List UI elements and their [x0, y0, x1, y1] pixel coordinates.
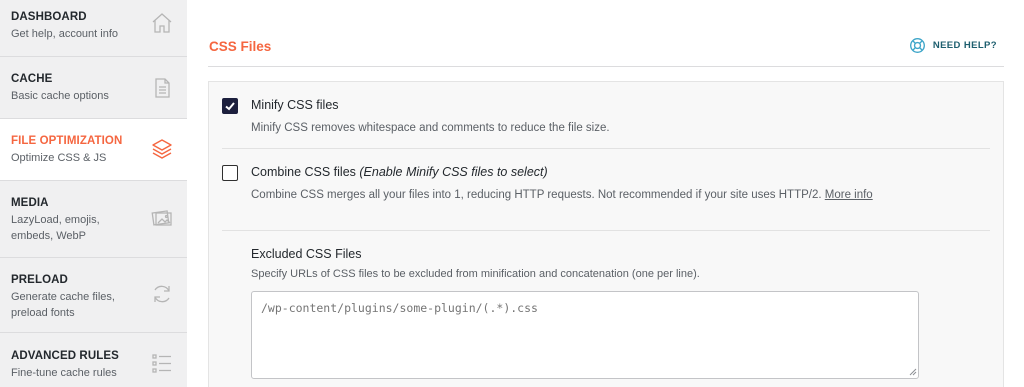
combine-css-description-wrap: Combine CSS merges all your files into 1… [251, 189, 873, 201]
checkmark-icon [225, 102, 235, 111]
combine-css-label-wrap: Combine CSS files (Enable Minify CSS fil… [251, 165, 548, 179]
excluded-css-description: Specify URLs of CSS files to be excluded… [251, 268, 700, 280]
need-help-button[interactable]: NEED HELP? [909, 37, 997, 54]
combine-css-field: Combine CSS files (Enable Minify CSS fil… [222, 165, 990, 207]
sidebar-item-file-optimization[interactable]: FILE OPTIMIZATION Optimize CSS & JS [0, 119, 187, 181]
resize-handle-icon[interactable] [908, 367, 917, 376]
minify-css-checkbox[interactable] [222, 98, 238, 114]
sidebar-item-subtitle: Generate cache files, preload fonts [11, 291, 115, 319]
more-info-link[interactable]: More info [825, 189, 873, 201]
sidebar-item-subtitle: Basic cache options [11, 90, 109, 102]
sidebar-nav: DASHBOARD Get help, account info CACHE B… [0, 0, 187, 387]
sidebar-item-title: CACHE [11, 73, 53, 85]
minify-css-label: Minify CSS files [251, 98, 339, 112]
title-divider [208, 66, 1004, 67]
sidebar-item-title: PRELOAD [11, 274, 68, 286]
sidebar-item-cache[interactable]: CACHE Basic cache options [0, 57, 187, 119]
sidebar-item-title: FILE OPTIMIZATION [11, 135, 123, 147]
minify-css-field: Minify CSS files Minify CSS removes whit… [222, 98, 990, 138]
main-content: CSS Files NEED HELP? Minify CSS files Mi… [208, 0, 1004, 387]
document-icon [150, 76, 174, 100]
sidebar-item-subtitle: Fine-tune cache rules [11, 367, 117, 379]
sidebar-item-subtitle: Optimize CSS & JS [11, 152, 107, 164]
combine-css-checkbox[interactable] [222, 165, 238, 181]
field-divider [222, 148, 990, 149]
sidebar-item-media[interactable]: MEDIA LazyLoad, emojis, embeds, WebP [0, 181, 187, 258]
home-icon [150, 11, 174, 35]
sidebar-item-title: ADVANCED RULES [11, 350, 119, 362]
sidebar-item-dashboard[interactable]: DASHBOARD Get help, account info [0, 0, 187, 57]
excluded-css-label: Excluded CSS Files [251, 247, 362, 261]
combine-css-description: Combine CSS merges all your files into 1… [251, 189, 822, 201]
images-icon [150, 206, 174, 230]
excluded-css-textarea[interactable] [251, 291, 919, 379]
need-help-label: NEED HELP? [932, 40, 997, 51]
sidebar-item-subtitle: LazyLoad, emojis, embeds, WebP [11, 214, 100, 242]
field-divider [222, 230, 990, 231]
list-icon [150, 351, 174, 375]
combine-css-label: Combine CSS files [251, 165, 356, 179]
lifebuoy-icon [909, 38, 925, 53]
sidebar-item-subtitle: Get help, account info [11, 28, 119, 40]
page-title: CSS Files [209, 39, 272, 54]
refresh-icon [150, 282, 174, 306]
combine-css-note: (Enable Minify CSS files to select) [359, 165, 548, 179]
layers-icon [150, 137, 174, 161]
sidebar-item-preload[interactable]: PRELOAD Generate cache files, preload fo… [0, 258, 187, 333]
minify-css-description: Minify CSS removes whitespace and commen… [251, 122, 610, 134]
sidebar-item-title: DASHBOARD [11, 11, 87, 23]
sidebar-item-advanced-rules[interactable]: ADVANCED RULES Fine-tune cache rules [0, 333, 187, 387]
sidebar-item-title: MEDIA [11, 197, 49, 209]
